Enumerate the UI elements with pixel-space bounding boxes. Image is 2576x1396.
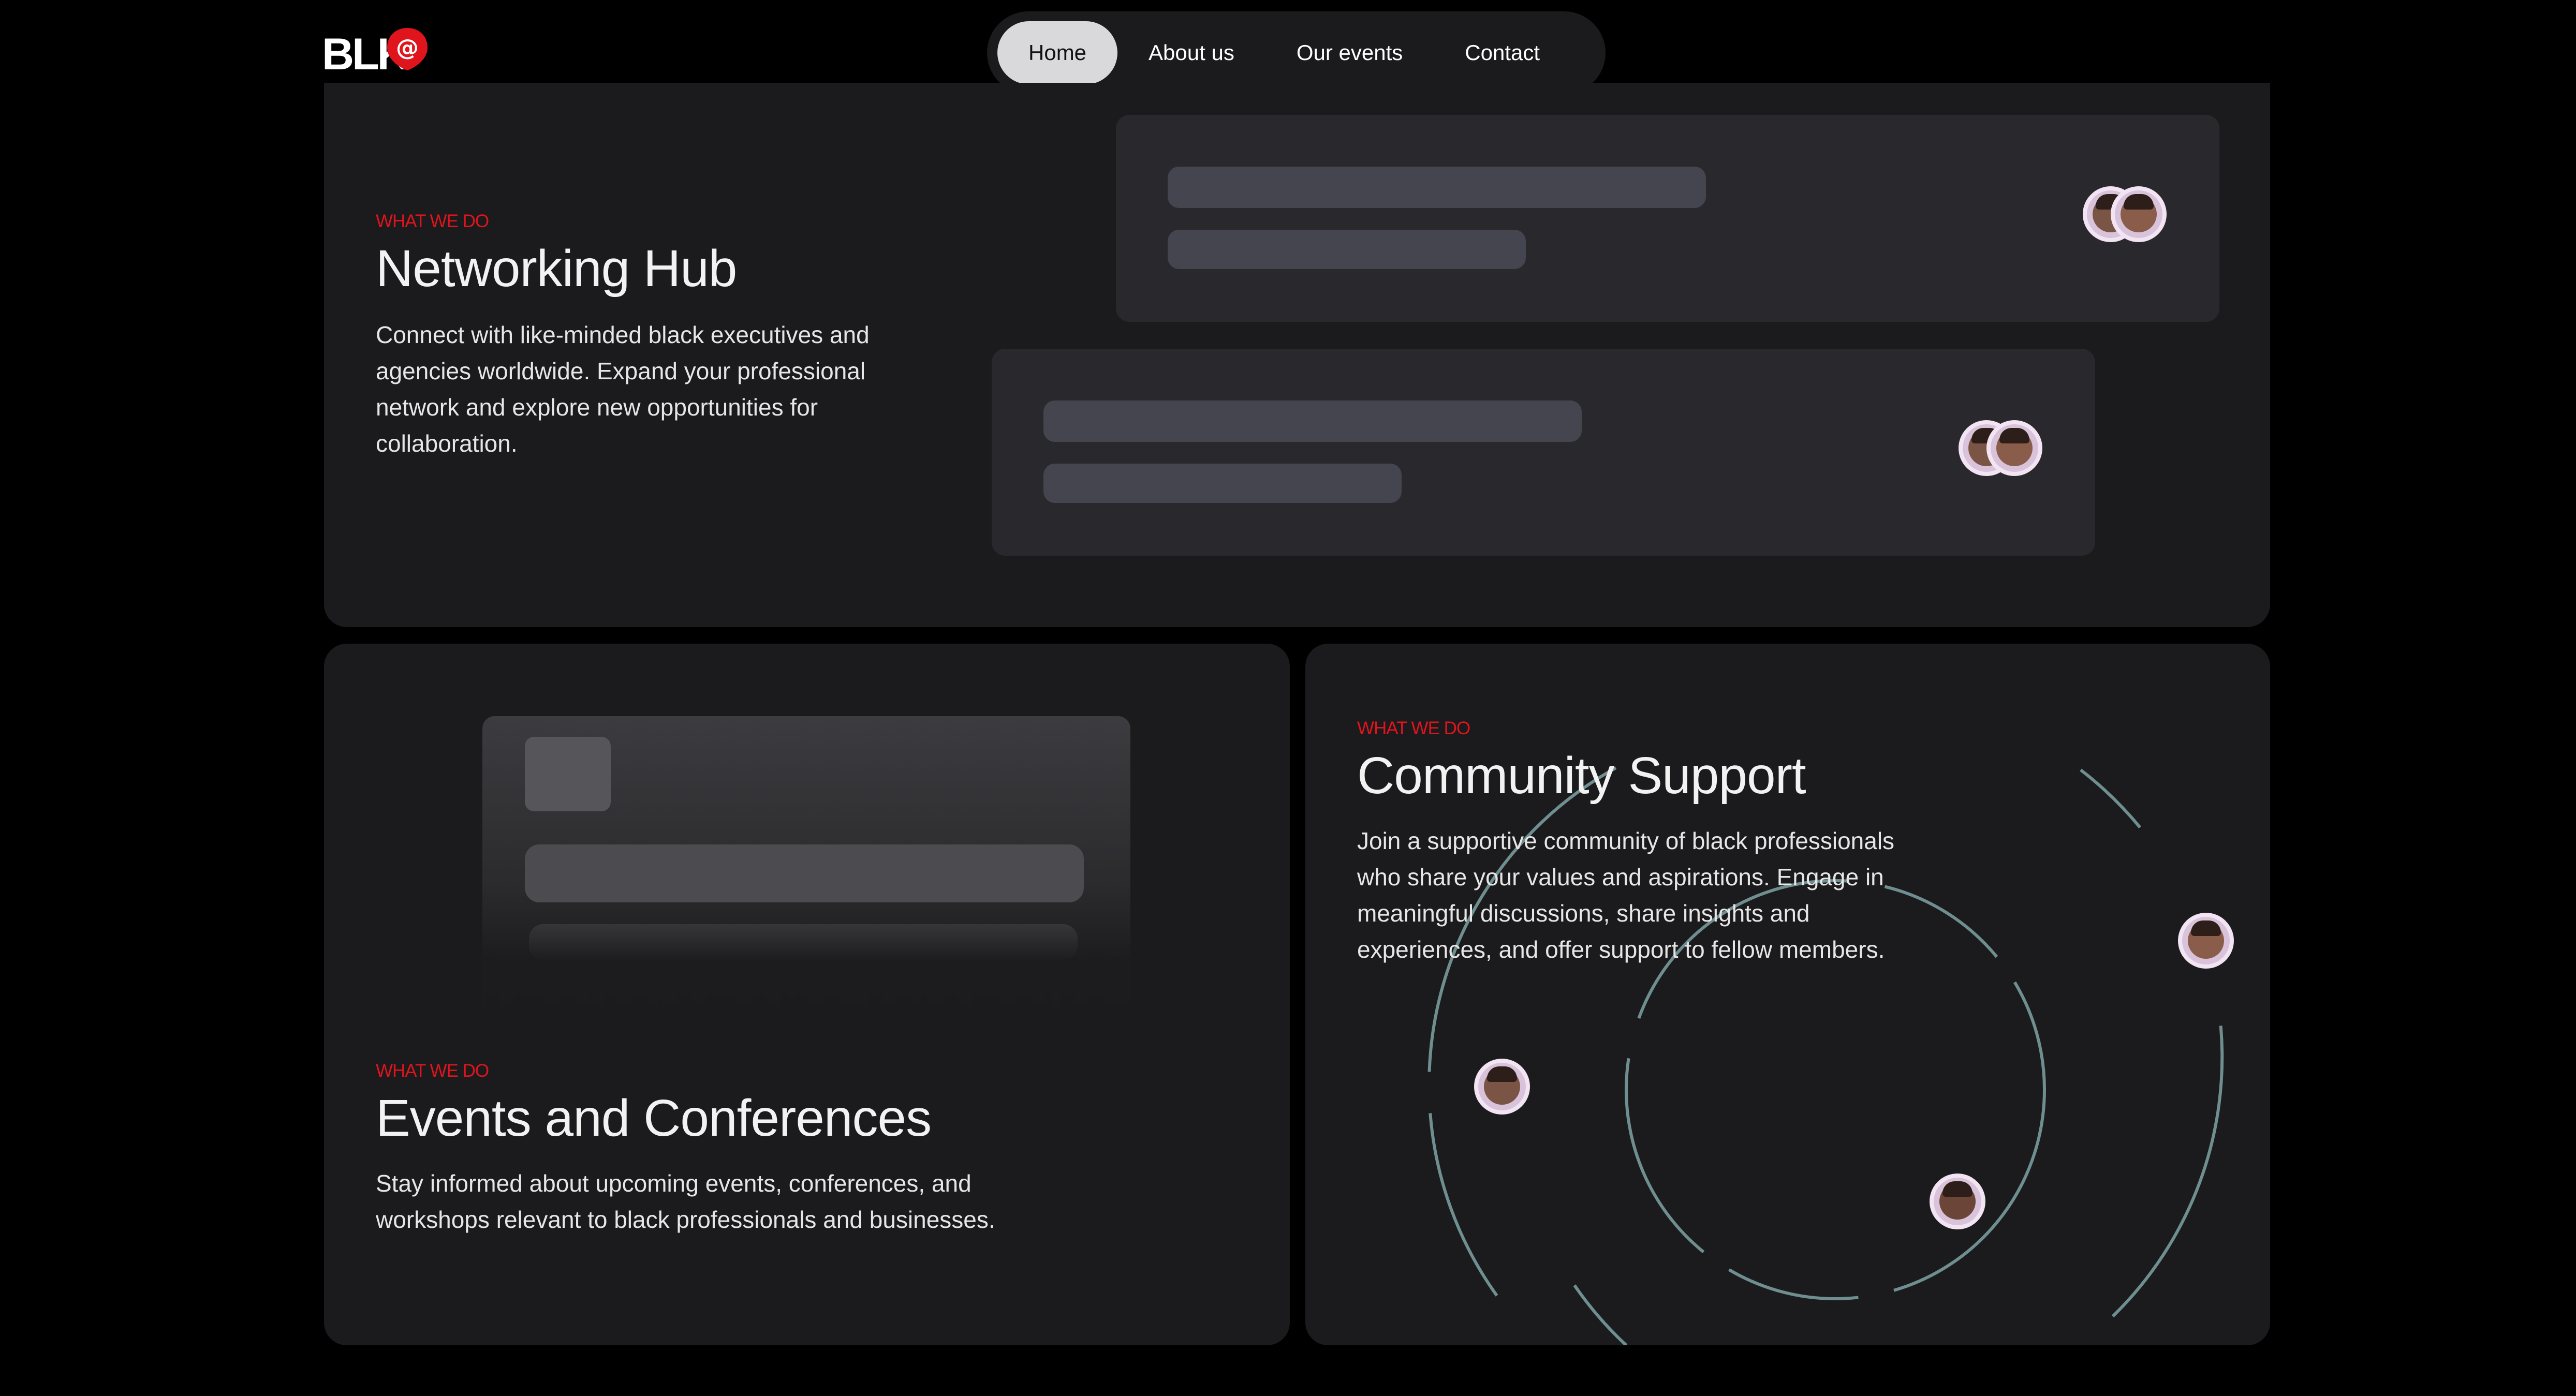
networking-description: Connect with like-minded black executive… — [376, 321, 870, 457]
events-description: Stay informed about upcoming events, con… — [376, 1170, 995, 1233]
connection-row-panel — [1116, 115, 2219, 322]
events-card: WHAT WE DO Events and Conferences Stay i… — [324, 644, 1290, 1345]
at-pin-icon: @ — [387, 28, 428, 70]
main-nav: Home About us Our events Contact — [987, 11, 1606, 94]
community-title: Community Support — [1357, 747, 1806, 805]
brand-logo[interactable]: BLK @ — [322, 27, 431, 81]
nav-home[interactable]: Home — [997, 21, 1118, 84]
community-description: Join a supportive community of black pro… — [1357, 827, 1895, 963]
placeholder-bar — [1043, 464, 1402, 503]
events-eyebrow: WHAT WE DO — [376, 1061, 489, 1081]
networking-hub-card: WHAT WE DO Networking Hub Connect with l… — [324, 83, 2270, 627]
community-card: WHAT WE DO Community Support Join a supp… — [1305, 644, 2270, 1345]
avatar — [2178, 913, 2234, 969]
placeholder-bar — [1168, 167, 1706, 208]
placeholder-bar — [1043, 400, 1582, 442]
placeholder-bar — [529, 924, 1078, 960]
event-preview-mock — [482, 716, 1130, 1022]
networking-eyebrow: WHAT WE DO — [376, 211, 489, 231]
nav-about-us[interactable]: About us — [1117, 21, 1265, 84]
avatar — [2111, 186, 2167, 242]
placeholder-bar — [525, 844, 1084, 902]
avatar — [1474, 1059, 1530, 1115]
community-eyebrow: WHAT WE DO — [1357, 718, 1470, 738]
avatar — [1986, 420, 2042, 476]
svg-text:@: @ — [396, 35, 419, 61]
placeholder-bar — [1168, 230, 1526, 269]
connection-row-panel — [992, 349, 2095, 556]
avatar — [1930, 1174, 1985, 1229]
events-title: Events and Conferences — [376, 1089, 932, 1147]
networking-title: Networking Hub — [376, 240, 737, 298]
nav-contact[interactable]: Contact — [1434, 21, 1571, 84]
preview-thumbnail — [525, 737, 611, 811]
nav-our-events[interactable]: Our events — [1265, 21, 1434, 84]
